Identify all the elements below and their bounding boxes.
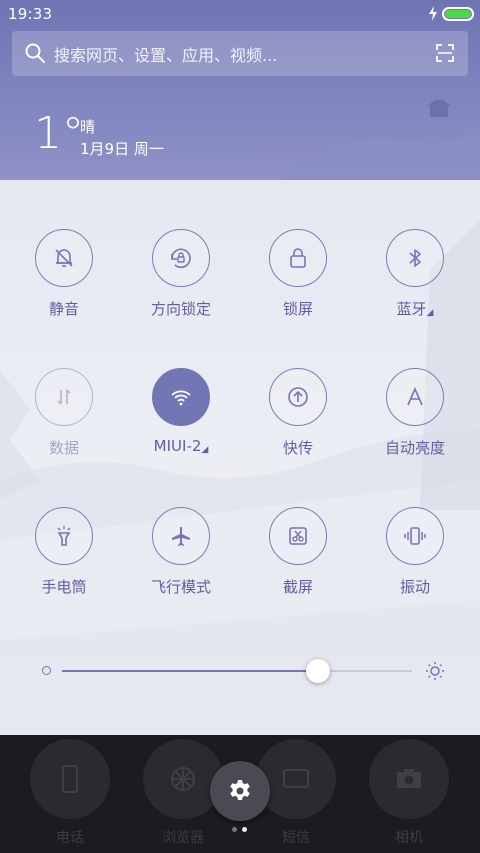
brightness-low-icon — [42, 666, 51, 675]
bell-off-icon — [55, 249, 73, 267]
flashlight-icon — [57, 526, 71, 546]
airplane-icon — [172, 527, 190, 546]
tile-vibrate[interactable]: 振动 — [360, 507, 470, 607]
tile-auto-brightness-button[interactable] — [386, 368, 444, 426]
charging-icon — [429, 6, 437, 21]
brightness-slider[interactable] — [62, 659, 412, 683]
weather-temperature: 1° — [34, 108, 84, 159]
lock-icon — [290, 248, 306, 268]
page-dot — [232, 827, 237, 832]
quick-transfer-icon — [288, 387, 308, 407]
auto-brightness-icon — [407, 387, 423, 406]
submenu-indicator-icon: ◢ — [201, 445, 209, 455]
brightness-slider-thumb[interactable] — [305, 659, 330, 683]
browser-icon[interactable] — [143, 739, 223, 819]
bluetooth-icon — [409, 249, 421, 267]
dock-app-label: 浏览器 — [162, 830, 204, 846]
dock-app-camera[interactable]: 相机 — [369, 739, 449, 849]
tile-flashlight-button[interactable] — [35, 507, 93, 565]
tile-quick-transfer[interactable]: 快传 — [243, 368, 353, 468]
status-bar: 19:33 — [0, 0, 480, 28]
search-bar[interactable]: 搜索网页、设置、应用、视频... — [12, 31, 468, 76]
page-dot-active — [242, 827, 247, 832]
dock-app-label: 短信 — [282, 830, 310, 846]
tile-mobile-data-button[interactable] — [35, 368, 93, 426]
search-placeholder: 搜索网页、设置、应用、视频... — [54, 46, 278, 65]
tile-lock-screen-label: 锁屏 — [282, 300, 313, 318]
tile-mobile-data-label: 数据 — [48, 439, 79, 457]
tile-flashlight[interactable]: 手电筒 — [9, 507, 119, 607]
gear-icon — [230, 780, 250, 800]
camera-glyph-icon — [397, 769, 421, 788]
page-indicator — [232, 827, 252, 833]
tile-screenshot-button[interactable] — [269, 507, 327, 565]
search-icon — [25, 43, 45, 63]
browser-glyph-icon — [171, 767, 195, 791]
phone-glyph-icon — [62, 765, 78, 793]
dock-app-label: 电话 — [56, 830, 84, 846]
tile-vibrate-button[interactable] — [386, 507, 444, 565]
tile-airplane-mode[interactable]: 飞行模式 — [126, 507, 236, 607]
brightness-high-icon — [426, 662, 444, 680]
tile-screenshot[interactable]: 截屏 — [243, 507, 353, 607]
messages-glyph-icon — [283, 769, 309, 788]
dock-app-label: 相机 — [395, 830, 423, 846]
brightness-slider-fill — [62, 670, 318, 672]
tile-wifi-button[interactable] — [152, 368, 210, 426]
wifi-icon — [171, 390, 191, 406]
tile-bluetooth-button[interactable] — [386, 229, 444, 287]
messages-icon[interactable] — [256, 739, 336, 819]
quick-settings-panel: 静音 方向锁定 锁屏 蓝牙◢ 数据 MIUI-2◢ 快传 自动亮度 手电筒 飞行… — [0, 180, 480, 735]
status-time: 19:33 — [8, 5, 53, 23]
brightness-control — [36, 650, 446, 690]
tile-rotation-lock[interactable]: 方向锁定 — [126, 229, 236, 329]
settings-button[interactable] — [210, 761, 270, 821]
tile-quick-transfer-label: 快传 — [282, 439, 313, 457]
camera-icon[interactable] — [369, 739, 449, 819]
tile-flashlight-label: 手电筒 — [41, 578, 87, 596]
tile-mobile-data[interactable]: 数据 — [9, 368, 119, 468]
weather-date: 1月9日 周一 — [80, 140, 164, 158]
tile-airplane-mode-label: 飞行模式 — [150, 578, 211, 596]
data-arrows-icon — [57, 389, 71, 405]
submenu-indicator-icon: ◢ — [426, 308, 434, 318]
rotation-lock-icon — [171, 248, 191, 269]
phone-icon[interactable] — [30, 739, 110, 819]
scan-icon[interactable] — [436, 44, 454, 62]
tile-auto-brightness[interactable]: 自动亮度 — [360, 368, 470, 468]
tile-lock-screen-button[interactable] — [269, 229, 327, 287]
tile-bluetooth[interactable]: 蓝牙◢ — [360, 229, 470, 329]
screenshot-icon — [289, 527, 307, 545]
tile-bluetooth-label: 蓝牙◢ — [396, 300, 434, 318]
tile-silent-button[interactable] — [35, 229, 93, 287]
tile-silent[interactable]: 静音 — [9, 229, 119, 329]
battery-level — [445, 10, 471, 18]
tile-quick-transfer-button[interactable] — [269, 368, 327, 426]
tile-rotation-lock-label: 方向锁定 — [150, 300, 211, 318]
tile-silent-label: 静音 — [48, 300, 79, 318]
tile-wifi-label: MIUI-2◢ — [153, 437, 209, 455]
tile-wifi[interactable]: MIUI-2◢ — [126, 368, 236, 468]
tile-vibrate-label: 振动 — [399, 578, 430, 596]
dock-app-phone[interactable]: 电话 — [30, 739, 110, 849]
notification-header: 19:33 搜索网页、设置、应用、视频... 1° 晴 1月9日 周一 — [0, 0, 480, 180]
vibrate-icon — [404, 527, 426, 545]
tile-screenshot-label: 截屏 — [282, 578, 313, 596]
battery-icon — [442, 7, 474, 21]
tile-lock-screen[interactable]: 锁屏 — [243, 229, 353, 329]
scenery-decoration — [280, 100, 480, 180]
tile-auto-brightness-label: 自动亮度 — [384, 439, 445, 457]
tile-airplane-mode-button[interactable] — [152, 507, 210, 565]
weather-condition: 晴 — [80, 118, 96, 136]
tile-rotation-lock-button[interactable] — [152, 229, 210, 287]
